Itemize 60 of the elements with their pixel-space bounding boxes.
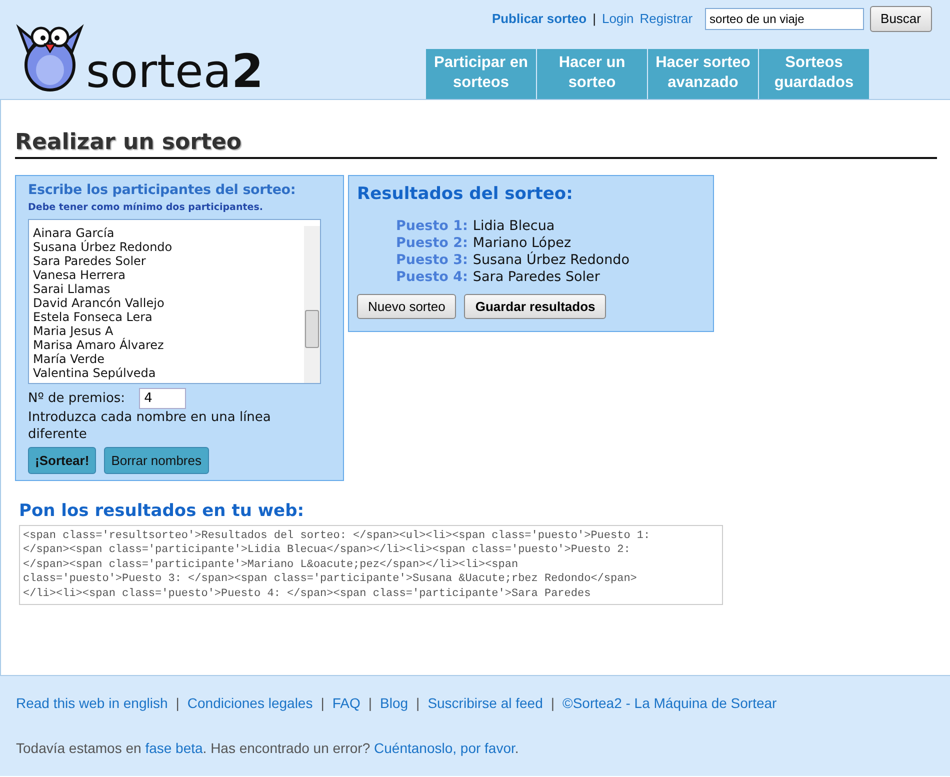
- action-button[interactable]: Nuevo sorteo: [357, 294, 456, 320]
- action-button[interactable]: Borrar nombres: [104, 446, 208, 474]
- footer-link[interactable]: ©Sortea2 - La Máquina de Sortear: [562, 693, 777, 714]
- result-name: Mariano López: [472, 234, 572, 251]
- panel-title: Escribe los participantes del sorteo:: [28, 181, 297, 200]
- page-title: Realizar un sorteo: [15, 130, 937, 160]
- separator: |: [368, 694, 372, 713]
- result-place: Puesto 4:: [396, 268, 468, 285]
- name-line: Maria Jesus A: [32, 324, 114, 338]
- nav-tab[interactable]: Hacer sorteo avanzado: [648, 49, 758, 99]
- result-name: Sara Paredes Soler: [472, 268, 600, 285]
- search-field[interactable]: sorteo de un viaje: [704, 8, 864, 30]
- action-button[interactable]: Guardar resultados: [464, 294, 606, 320]
- prizes-label: Nº de premios:: [28, 390, 126, 408]
- name-line: Sarai Llamas: [32, 282, 112, 296]
- name-line: Estela Fonseca Lera: [32, 310, 154, 324]
- footer-link[interactable]: Read this web in english: [16, 693, 168, 714]
- header-link[interactable]: Registrar: [640, 9, 693, 28]
- result-place: Puesto 1:: [396, 218, 468, 234]
- footer-link[interactable]: Cuéntanoslo, por favor: [374, 740, 515, 756]
- action-button[interactable]: ¡Sortear!: [28, 446, 96, 474]
- footer-link[interactable]: fase beta: [145, 740, 203, 756]
- separator: |: [592, 10, 596, 28]
- header-link[interactable]: Login: [602, 9, 634, 28]
- name-line: Ainara García: [32, 226, 114, 240]
- name-line: Vanesa Herrera: [32, 268, 127, 282]
- result-name: Lidia Blecua: [472, 218, 555, 234]
- search-button[interactable]: Buscar: [870, 6, 932, 32]
- nav-tab[interactable]: Sorteos guardados: [759, 49, 869, 99]
- panel-title: Resultados del sorteo:: [357, 183, 574, 206]
- result-place: Puesto 2:: [396, 234, 468, 251]
- prizes-input[interactable]: 4: [139, 388, 186, 409]
- nav-tab[interactable]: Participar en sorteos: [426, 49, 536, 99]
- nav-tab[interactable]: Hacer un sorteo: [537, 49, 647, 99]
- separator: |: [550, 694, 554, 713]
- name-line: David Arancón Vallejo: [32, 296, 166, 310]
- separator: |: [320, 694, 324, 713]
- name-line: Valentina Sepúlveda: [32, 366, 157, 380]
- section-title: Pon los resultados en tu web:: [19, 500, 306, 524]
- name-line: Susana Úrbez Redondo: [32, 240, 172, 254]
- name-line: Sara Paredes Soler: [32, 254, 147, 268]
- names-textarea[interactable]: Ainara García Susana Úrbez Redondo Sara Paredes Soler Vanesa Herrera Sarai Llamas David Arancón Vallejo Estela Fonseca Lera Maria Jesus A Marisa Amaro Álvarez María Verde Valentina Sepúlveda: [28, 218, 321, 384]
- header-link[interactable]: Publicar sorteo: [492, 9, 587, 28]
- separator: |: [416, 694, 420, 713]
- logo-text[interactable]: sortea2: [86, 48, 264, 94]
- result-place: Puesto 3:: [396, 252, 468, 268]
- scrollbar[interactable]: [304, 226, 320, 383]
- panel-hint: Debe tener como mínimo dos participantes.: [28, 200, 264, 215]
- bird-logo-icon: [16, 22, 84, 92]
- name-line: María Verde: [32, 352, 106, 366]
- embed-code-textarea[interactable]: <span class='resultsorteo'>Resultados del sorteo: </span><ul><li><span class='puesto'>Puesto 1: </span><span class='participante'>Lidia Blecua</span></li><li><span class='puesto'>Puesto 2: </span><span class='participante'>Mariano L&oacute;pez</span></li><li><span class='puesto'>Puesto 3: </span><span class='participante'>Susana &Uacute;rbez Redondo</span></li><li><span class='puesto'>Puesto 4: </span><span class='participante'>Sara Paredes: [19, 524, 723, 606]
- footer-link[interactable]: Condiciones legales: [187, 693, 313, 714]
- footer-link[interactable]: Blog: [380, 693, 408, 714]
- footer-link[interactable]: FAQ: [332, 693, 360, 714]
- footer-link[interactable]: Suscribirse al feed: [428, 693, 543, 714]
- separator: |: [176, 694, 180, 713]
- instructions-text: Introduzca cada nombre en una línea diferente: [28, 408, 272, 443]
- name-line: Marisa Amaro Álvarez: [32, 338, 165, 352]
- beta-notice: Todavía estamos en fase beta. Has encontrado un error? Cuéntanoslo, por favor.: [16, 739, 520, 758]
- result-name: Susana Úrbez Redondo: [472, 252, 630, 268]
